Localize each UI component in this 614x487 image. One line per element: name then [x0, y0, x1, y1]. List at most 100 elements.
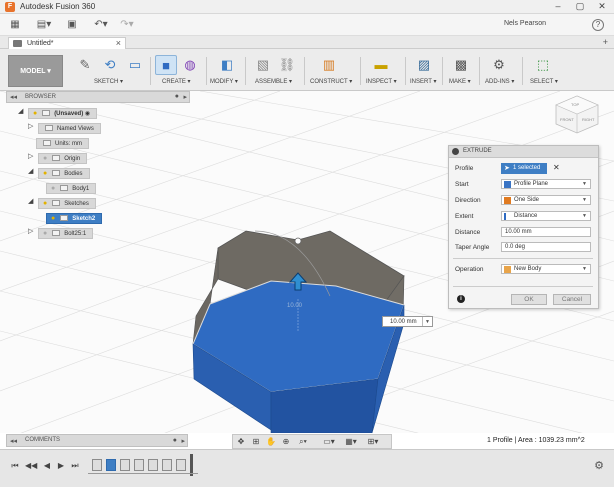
profile-selection-button[interactable]: ➤ 1 selected — [501, 163, 547, 174]
distance-input[interactable]: 10.00 mm — [501, 227, 591, 237]
press-pull-button[interactable]: ◧ — [216, 55, 238, 75]
start-dropdown[interactable]: Profile Plane ▼ — [501, 179, 591, 189]
browser-header[interactable]: ◂◂ BROWSER ● ▸ — [6, 91, 190, 103]
fit-icon[interactable]: ⌕▾ — [295, 437, 311, 447]
close-icon[interactable]: ✕ — [591, 0, 613, 14]
visibility-bulb-icon[interactable]: ● — [43, 170, 47, 177]
grid-snaps-icon[interactable]: ▦▾ — [343, 437, 359, 447]
visibility-bulb-icon[interactable]: ● — [43, 200, 47, 207]
minimize-icon[interactable]: – — [547, 0, 569, 14]
viewcube-front-label[interactable]: FRONT — [560, 117, 574, 122]
timeline-feature-body[interactable] — [92, 459, 102, 471]
collapse-panel-icon[interactable]: ◂◂ — [10, 93, 17, 101]
play-back-icon[interactable]: ◀ — [42, 460, 52, 472]
document-tab[interactable]: Untitled* × — [8, 37, 126, 49]
panel-expand-icon[interactable]: ▸ — [181, 437, 185, 445]
tree-item-body1[interactable]: ● Body1 — [46, 183, 102, 195]
maximize-icon[interactable]: ▢ — [569, 0, 591, 14]
collapse-panel-icon[interactable]: ◂◂ — [10, 437, 17, 445]
go-to-end-icon[interactable]: ⏭ — [70, 460, 80, 472]
tree-item-sketch2[interactable]: ● Sketch2 — [46, 213, 103, 225]
tree-item-origin[interactable]: ▷ ● Origin — [28, 153, 102, 165]
sketch-menu[interactable]: SKETCH ▾ — [94, 78, 123, 85]
pan-icon[interactable]: ✋ — [265, 437, 277, 447]
timeline-feature-move[interactable] — [134, 459, 144, 471]
insert-canvas-button[interactable]: ▨ — [413, 55, 435, 75]
save-icon[interactable]: ▣ — [66, 19, 78, 31]
timeline-feature-pattern[interactable] — [148, 459, 158, 471]
clear-selection-icon[interactable]: ✕ — [553, 163, 560, 172]
timeline-settings-gear-icon[interactable]: ⚙ — [594, 459, 604, 472]
play-icon[interactable]: ▶ — [56, 460, 66, 472]
help-icon[interactable]: ? — [592, 19, 604, 31]
taper-angle-input[interactable]: 0.0 deg — [501, 242, 591, 252]
dropdown-arrow-icon[interactable]: ▼ — [422, 317, 430, 326]
tree-item-bolt[interactable]: ▷ ● Bolt25:1 — [28, 228, 102, 240]
collapse-triangle-icon[interactable]: ◢ — [28, 168, 36, 176]
zoom-icon[interactable]: ⊕ — [280, 437, 292, 447]
pin-icon[interactable]: ● — [173, 437, 177, 444]
collapse-triangle-icon[interactable]: ◢ — [28, 198, 36, 206]
tree-item-units[interactable]: Units: mm — [36, 138, 102, 150]
go-to-start-icon[interactable]: ⏮ — [10, 460, 20, 472]
stop-sketch-button[interactable]: ▭ — [124, 55, 146, 75]
viewports-icon[interactable]: ⊞▾ — [365, 437, 381, 447]
visibility-bulb-icon[interactable]: ● — [51, 185, 55, 192]
insert-menu[interactable]: INSERT ▾ — [410, 78, 436, 85]
cancel-button[interactable]: Cancel — [553, 294, 591, 305]
extrude-dialog-header[interactable]: EXTRUDE — [449, 146, 598, 158]
file-menu-icon[interactable]: ▤▾ — [36, 19, 52, 31]
timeline-feature-extrude[interactable] — [120, 459, 130, 471]
create-sketch-button[interactable]: ✎ — [74, 55, 96, 75]
visibility-bulb-icon[interactable]: ● — [33, 110, 37, 117]
create-form-button[interactable]: ◍ — [179, 55, 201, 75]
sketch-line-button[interactable]: ⟲ — [99, 55, 121, 75]
ok-button[interactable]: OK — [511, 294, 547, 305]
direction-dropdown[interactable]: One Side ▼ — [501, 195, 591, 205]
info-icon[interactable]: i — [457, 295, 465, 303]
new-component-button[interactable]: ▧ — [252, 55, 274, 75]
comments-panel[interactable]: ◂◂ COMMENTS ● ▸ — [6, 434, 188, 447]
close-tab-icon[interactable]: × — [116, 38, 121, 48]
redo-icon[interactable]: ↷▾ — [118, 19, 136, 31]
viewcube-right-label[interactable]: RIGHT — [582, 117, 594, 122]
expand-triangle-icon[interactable]: ▷ — [28, 123, 36, 131]
measure-button[interactable]: ▬ — [370, 55, 392, 75]
timeline-feature-sketch[interactable] — [106, 459, 116, 471]
pin-icon[interactable]: ● — [175, 93, 179, 100]
collapse-dialog-icon[interactable] — [452, 148, 459, 155]
new-tab-icon[interactable]: + — [603, 37, 608, 47]
distance-input-tag[interactable]: 10.00 mm ▼ — [382, 316, 433, 327]
workspace-switcher[interactable]: MODEL ▾ — [8, 55, 63, 87]
sketch-point-handle[interactable] — [294, 237, 302, 245]
timeline-feature-body2[interactable] — [162, 459, 172, 471]
3d-print-button[interactable]: ▩ — [450, 55, 472, 75]
orbit-icon[interactable]: ✥ — [235, 437, 247, 447]
collapse-triangle-icon[interactable]: ◢ — [18, 108, 26, 116]
panel-expand-icon[interactable]: ▸ — [183, 93, 187, 101]
look-at-icon[interactable]: ⊞ — [250, 437, 262, 447]
expand-triangle-icon[interactable]: ▷ — [28, 228, 36, 236]
visibility-bulb-icon[interactable]: ● — [43, 155, 47, 162]
select-menu[interactable]: SELECT ▾ — [530, 78, 558, 85]
tree-item-named-views[interactable]: ▷ Named Views — [28, 123, 102, 135]
viewcube-top-label[interactable]: TOP — [571, 102, 579, 107]
modify-menu[interactable]: MODIFY ▾ — [210, 78, 238, 85]
add-ins-menu[interactable]: ADD-INS ▾ — [485, 78, 514, 85]
tree-item-bodies[interactable]: ◢ ● Bodies — [28, 168, 102, 180]
select-button[interactable]: ⬚ — [532, 55, 554, 75]
inspect-menu[interactable]: INSPECT ▾ — [366, 78, 397, 85]
create-menu[interactable]: CREATE ▾ — [162, 78, 191, 85]
extent-dropdown[interactable]: Distance ▼ — [501, 211, 591, 221]
display-settings-icon[interactable]: ▭▾ — [321, 437, 337, 447]
extrude-button[interactable]: ■ — [155, 55, 177, 75]
offset-plane-button[interactable]: ▥ — [318, 55, 340, 75]
make-menu[interactable]: MAKE ▾ — [449, 78, 471, 85]
construct-menu[interactable]: CONSTRUCT ▾ — [310, 78, 352, 85]
tree-item-sketches[interactable]: ◢ ● Sketches — [28, 198, 102, 210]
timeline-feature-component[interactable] — [176, 459, 186, 471]
operation-dropdown[interactable]: New Body ▼ — [501, 264, 591, 274]
assemble-menu[interactable]: ASSEMBLE ▾ — [255, 78, 292, 85]
undo-icon[interactable]: ↶▾ — [92, 19, 110, 31]
user-name[interactable]: Nels Pearson — [504, 20, 546, 27]
